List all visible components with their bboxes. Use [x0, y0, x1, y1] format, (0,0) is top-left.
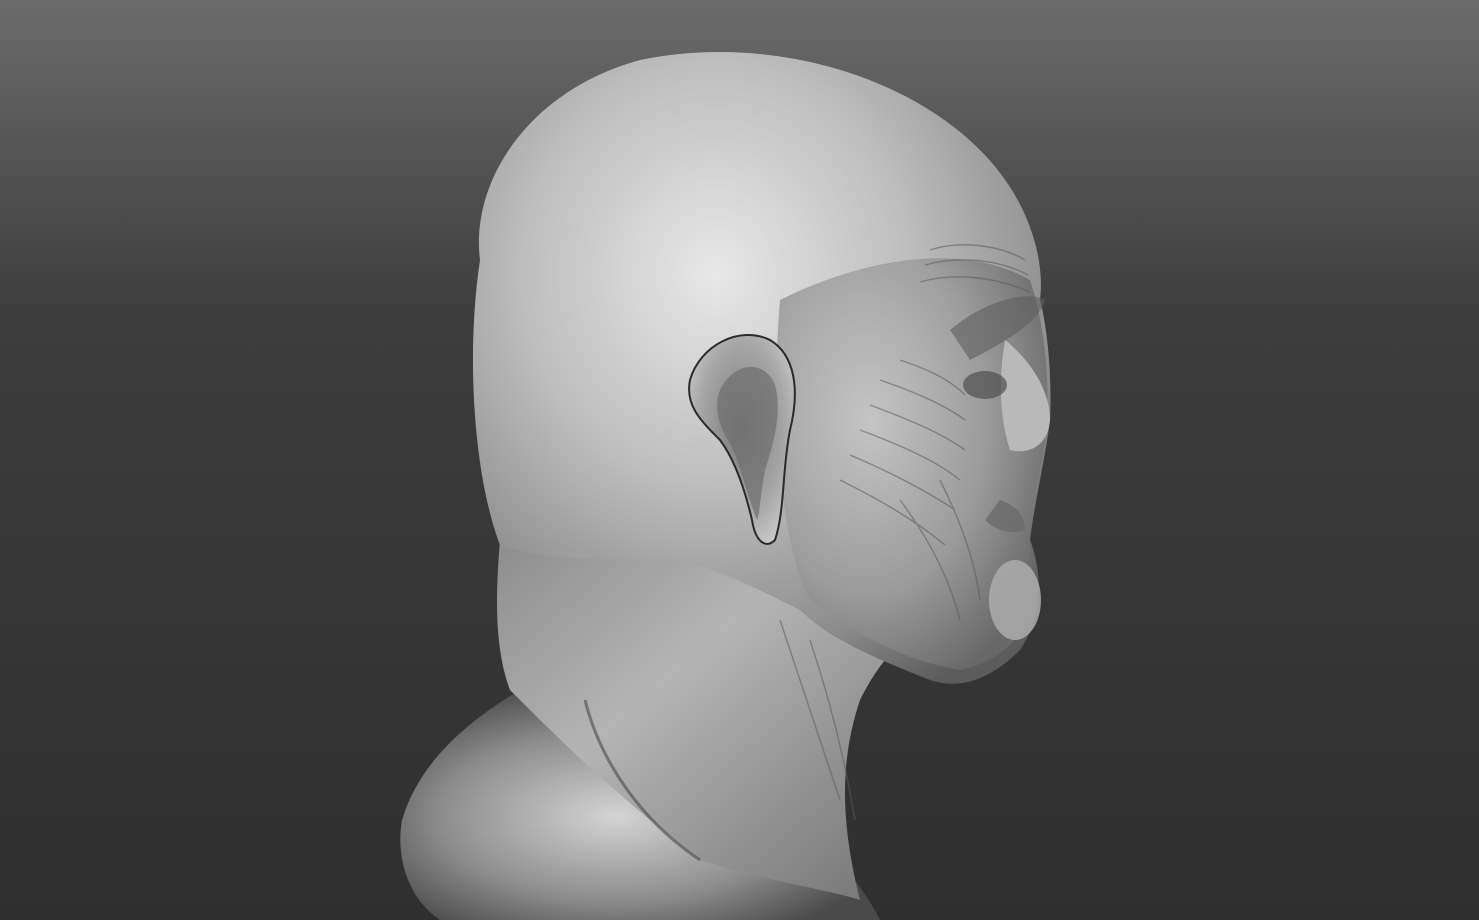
model-eye-socket — [963, 371, 1007, 399]
viewport-canvas[interactable] — [0, 0, 1479, 920]
3d-viewport[interactable] — [0, 0, 1479, 920]
model-chin — [989, 560, 1041, 640]
